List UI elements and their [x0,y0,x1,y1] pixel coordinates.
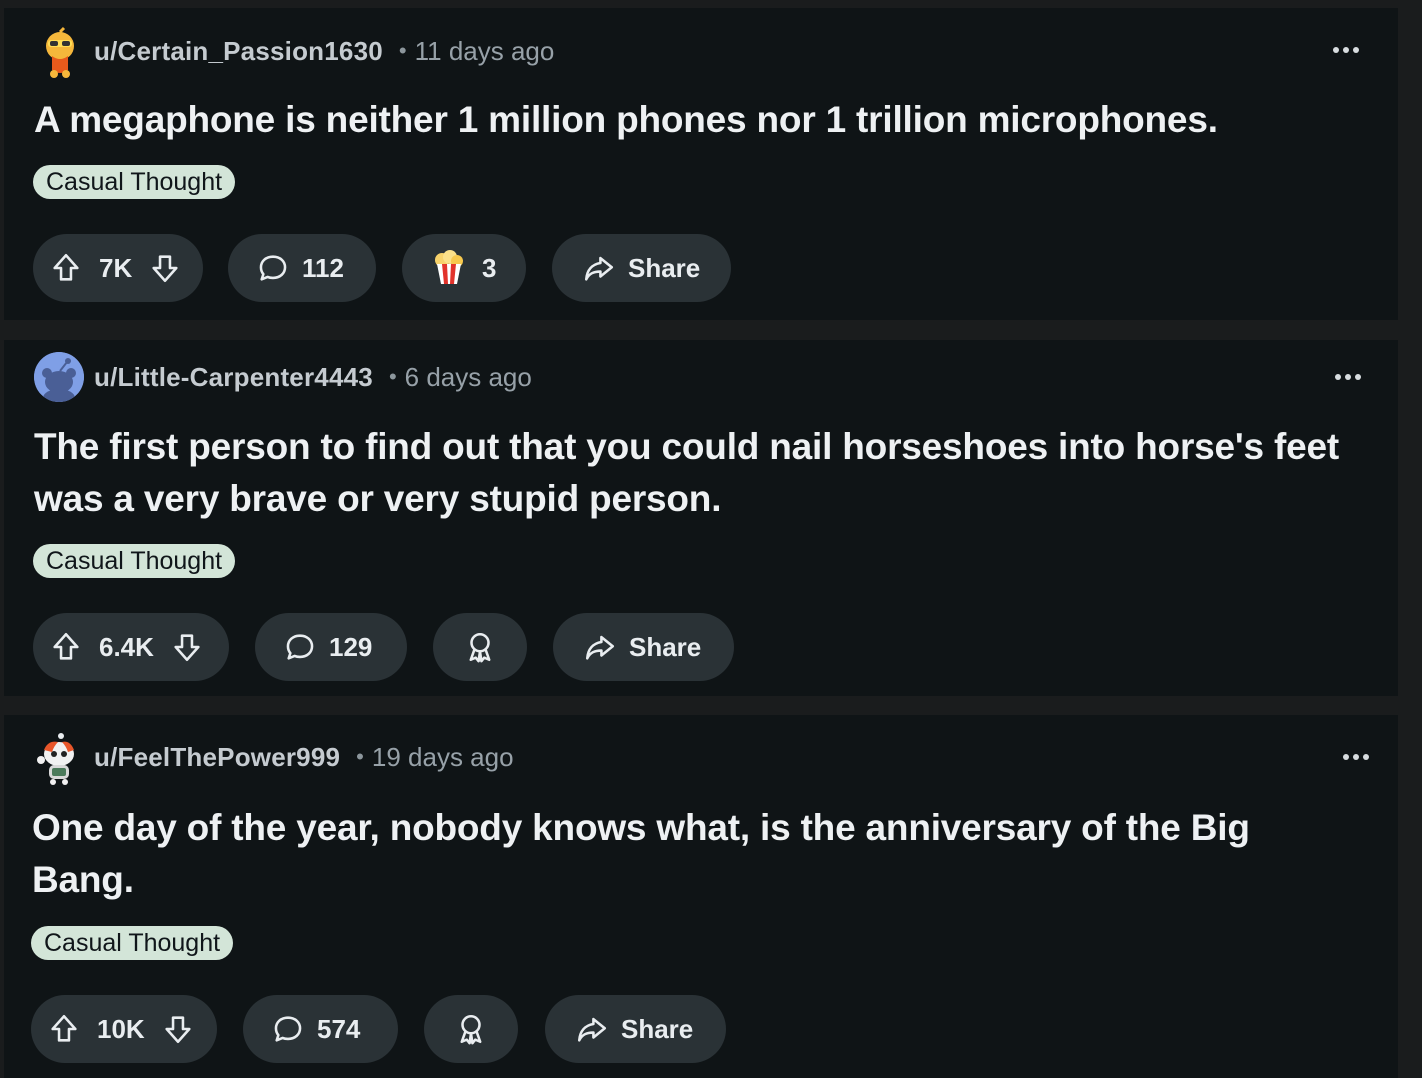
post-title[interactable]: One day of the year, nobody knows what, … [32,802,1352,906]
comment-icon [274,1016,302,1042]
post-timestamp: 11 days ago [414,35,555,66]
snoo-avatar-icon [46,26,74,78]
user-avatar[interactable] [34,352,84,402]
post-header: u/FeelThePower999 • 19 days ago [34,731,514,785]
comments-button[interactable]: 112 [228,234,376,302]
vote-pill: 10K [31,995,217,1063]
comment-icon [259,255,287,281]
popcorn-award-icon [435,250,463,284]
vote-count: 6.4K [99,631,154,662]
share-icon [585,635,615,660]
post-card[interactable]: u/FeelThePower999 • 19 days ago One day … [4,715,1398,1078]
comments-button[interactable]: 574 [243,995,398,1063]
post-username[interactable]: u/Certain_Passion1630 [94,36,383,67]
share-label: Share [629,631,702,662]
user-avatar[interactable] [34,732,84,785]
award-count: 3 [482,252,497,283]
share-label: Share [628,252,701,283]
award-icon [460,1014,482,1045]
award-icon [469,632,491,663]
post-title[interactable]: The first person to find out that you co… [34,421,1354,525]
comment-icon [286,634,314,660]
downvote-icon[interactable] [161,1012,195,1046]
post-card[interactable]: u/Certain_Passion1630 • 11 days ago A me… [4,8,1398,320]
upvote-icon[interactable] [49,630,83,664]
post-flair[interactable]: Casual Thought [31,926,234,960]
share-icon [584,256,614,281]
snoo-avatar-icon [37,733,74,785]
separator-dot: • [398,38,407,63]
post-flair[interactable]: Casual Thought [33,165,236,199]
award-button[interactable]: 3 [402,234,526,302]
default-snoo-avatar-icon [34,352,84,402]
vote-pill: 7K [33,234,203,302]
comments-button[interactable]: 129 [255,613,407,681]
downvote-icon[interactable] [148,251,182,285]
post-timestamp: 19 days ago [371,741,514,772]
more-options-icon[interactable] [1326,35,1366,65]
share-button[interactable]: Share [553,613,734,681]
upvote-icon[interactable] [47,1012,81,1046]
vote-count: 7K [99,252,133,283]
vote-count: 10K [97,1013,145,1044]
post-username[interactable]: u/FeelThePower999 [94,742,340,773]
comment-count: 574 [317,1013,361,1044]
share-button[interactable]: Share [552,234,731,302]
user-avatar[interactable] [34,26,84,78]
award-button[interactable] [433,613,527,681]
separator-dot: • [356,744,364,769]
vote-pill: 6.4K [33,613,229,681]
more-options-icon[interactable] [1336,742,1376,772]
post-card[interactable]: u/Little-Carpenter4443 • 6 days ago The … [4,340,1398,696]
upvote-icon[interactable] [49,251,83,285]
comment-count: 112 [302,252,344,283]
more-options-icon[interactable] [1328,362,1368,392]
comment-count: 129 [329,631,373,662]
post-username[interactable]: u/Little-Carpenter4443 [94,362,373,393]
post-header: u/Little-Carpenter4443 • 6 days ago [34,351,532,403]
post-header: u/Certain_Passion1630 • 11 days ago [34,25,555,78]
downvote-icon[interactable] [170,630,204,664]
share-label: Share [621,1013,694,1044]
award-button[interactable] [424,995,518,1063]
post-flair[interactable]: Casual Thought [33,544,236,578]
share-icon [577,1017,607,1042]
post-title[interactable]: A megaphone is neither 1 million phones … [34,94,1354,146]
share-button[interactable]: Share [545,995,726,1063]
post-timestamp: 6 days ago [404,361,532,392]
separator-dot: • [388,364,397,389]
